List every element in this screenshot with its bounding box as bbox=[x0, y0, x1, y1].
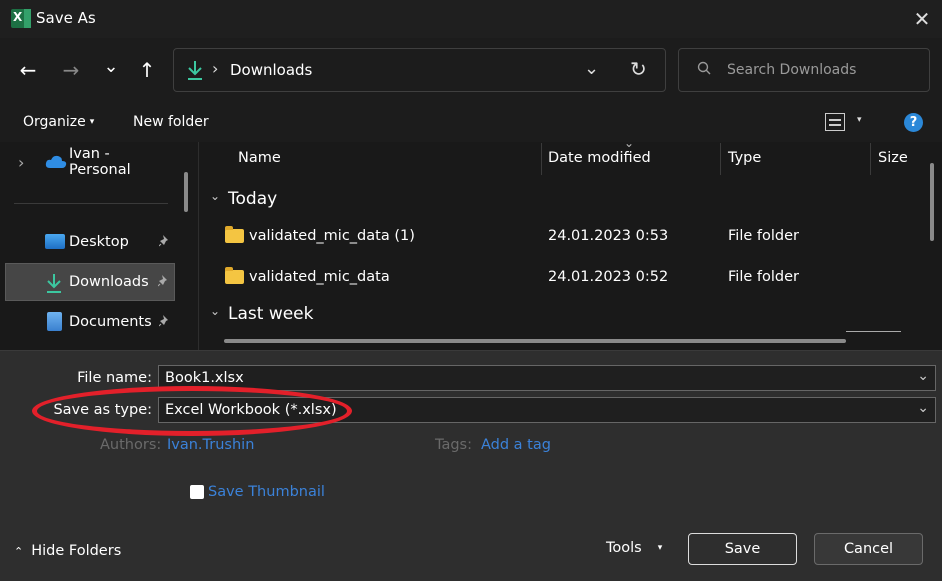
search-input[interactable] bbox=[727, 59, 917, 81]
refresh-button[interactable]: ↻ bbox=[630, 57, 647, 81]
chevron-down-icon[interactable]: ⌄ bbox=[917, 400, 929, 416]
add-tag-link[interactable]: Add a tag bbox=[481, 437, 551, 453]
sidebar-item-downloads[interactable]: Downloads bbox=[5, 263, 175, 301]
breadcrumb-separator: › bbox=[212, 59, 219, 78]
file-date: 24.01.2023 0:52 bbox=[548, 269, 669, 285]
hide-folders-button[interactable]: ⌃ Hide Folders bbox=[14, 543, 121, 559]
chevron-up-icon: ⌃ bbox=[14, 545, 24, 558]
tools-button[interactable]: Tools ▾ bbox=[606, 540, 662, 556]
divider bbox=[14, 203, 168, 204]
breadcrumb-downloads[interactable]: Downloads bbox=[230, 61, 312, 79]
sidebar-item-label: Downloads bbox=[69, 274, 149, 290]
file-name-label: File name: bbox=[77, 370, 152, 386]
documents-icon bbox=[47, 312, 62, 331]
sidebar-item-label: Ivan - Personal bbox=[69, 146, 131, 178]
cancel-button[interactable]: Cancel bbox=[814, 533, 923, 565]
folder-icon bbox=[225, 226, 244, 243]
folder-icon bbox=[225, 267, 244, 284]
sort-indicator-icon: ⌄ bbox=[624, 136, 635, 150]
sidebar-item-ivan-personal[interactable]: Ivan - Personal bbox=[5, 144, 175, 180]
file-type: File folder bbox=[728, 269, 799, 285]
chevron-down-icon[interactable]: ⌄ bbox=[917, 368, 929, 384]
file-type: File folder bbox=[728, 228, 799, 244]
pin-icon bbox=[158, 234, 171, 250]
sidebar-scrollbar[interactable] bbox=[184, 172, 188, 212]
sidebar-item-desktop[interactable]: Desktop bbox=[5, 224, 175, 260]
onedrive-icon bbox=[45, 155, 67, 168]
file-name: validated_mic_data (1) bbox=[249, 228, 415, 244]
window-title: Save As bbox=[36, 9, 96, 27]
chevron-down-icon[interactable]: ⌄ bbox=[584, 58, 599, 79]
group-header-last-week[interactable]: Last week bbox=[228, 304, 313, 324]
list-view-icon bbox=[825, 113, 845, 131]
help-icon[interactable]: ? bbox=[904, 113, 923, 132]
column-header-date-modified[interactable]: Date modified bbox=[548, 150, 651, 166]
new-folder-button[interactable]: New folder bbox=[133, 114, 209, 130]
caret-down-icon: ▾ bbox=[857, 115, 862, 125]
file-name-value: Book1.xlsx bbox=[165, 370, 244, 386]
search-box[interactable] bbox=[678, 48, 930, 92]
authors-value[interactable]: Ivan.Trushin bbox=[167, 437, 254, 453]
address-bar[interactable]: › Downloads ⌄ ↻ bbox=[173, 48, 666, 92]
group-header-today[interactable]: Today bbox=[228, 189, 277, 209]
up-button[interactable]: ↑ bbox=[133, 56, 161, 84]
horizontal-scrollbar-track bbox=[846, 331, 901, 332]
sidebar-item-documents[interactable]: Documents bbox=[5, 304, 175, 340]
annotation-ellipse bbox=[32, 386, 352, 436]
file-name: validated_mic_data bbox=[249, 269, 390, 285]
column-header-name[interactable]: Name bbox=[238, 150, 281, 166]
column-divider[interactable] bbox=[541, 143, 542, 175]
column-divider[interactable] bbox=[870, 143, 871, 175]
column-header-type[interactable]: Type bbox=[728, 150, 761, 166]
hide-folders-label: Hide Folders bbox=[31, 543, 122, 559]
download-icon bbox=[47, 274, 61, 293]
vertical-scrollbar[interactable] bbox=[930, 163, 934, 241]
tools-label: Tools bbox=[606, 540, 642, 556]
back-button[interactable]: ← bbox=[14, 56, 42, 84]
column-header-size[interactable]: Size bbox=[878, 150, 908, 166]
search-icon bbox=[697, 61, 711, 79]
tags-label: Tags: bbox=[435, 437, 472, 453]
change-view-button[interactable]: ▾ bbox=[825, 113, 870, 133]
excel-icon: X bbox=[11, 9, 31, 28]
collapse-chevron-icon[interactable]: ⌄ bbox=[210, 189, 220, 203]
forward-button[interactable]: → bbox=[57, 56, 85, 84]
authors-label: Authors: bbox=[100, 437, 162, 453]
collapse-chevron-icon[interactable]: ⌄ bbox=[210, 304, 220, 318]
download-icon bbox=[188, 61, 202, 80]
file-name-field[interactable]: Book1.xlsx ⌄ bbox=[158, 365, 936, 391]
pin-icon bbox=[157, 274, 170, 290]
column-divider[interactable] bbox=[720, 143, 721, 175]
close-button[interactable]: ✕ bbox=[902, 0, 942, 38]
pin-icon bbox=[158, 314, 171, 330]
sidebar-item-label: Desktop bbox=[69, 234, 129, 250]
horizontal-scrollbar[interactable] bbox=[224, 339, 846, 343]
organize-button[interactable]: Organize ▾ bbox=[23, 114, 94, 130]
caret-down-icon: ▾ bbox=[657, 543, 663, 553]
file-date: 24.01.2023 0:53 bbox=[548, 228, 669, 244]
recent-locations-button[interactable]: ⌄ bbox=[97, 52, 125, 80]
caret-down-icon: ▾ bbox=[89, 117, 95, 127]
save-button[interactable]: Save bbox=[688, 533, 797, 565]
save-thumbnail-checkbox[interactable] bbox=[190, 485, 204, 499]
sidebar-item-label: Documents bbox=[69, 314, 152, 330]
desktop-icon bbox=[45, 234, 65, 249]
save-thumbnail-label[interactable]: Save Thumbnail bbox=[208, 484, 325, 500]
title-bar bbox=[0, 0, 942, 38]
organize-label: Organize bbox=[23, 114, 86, 130]
